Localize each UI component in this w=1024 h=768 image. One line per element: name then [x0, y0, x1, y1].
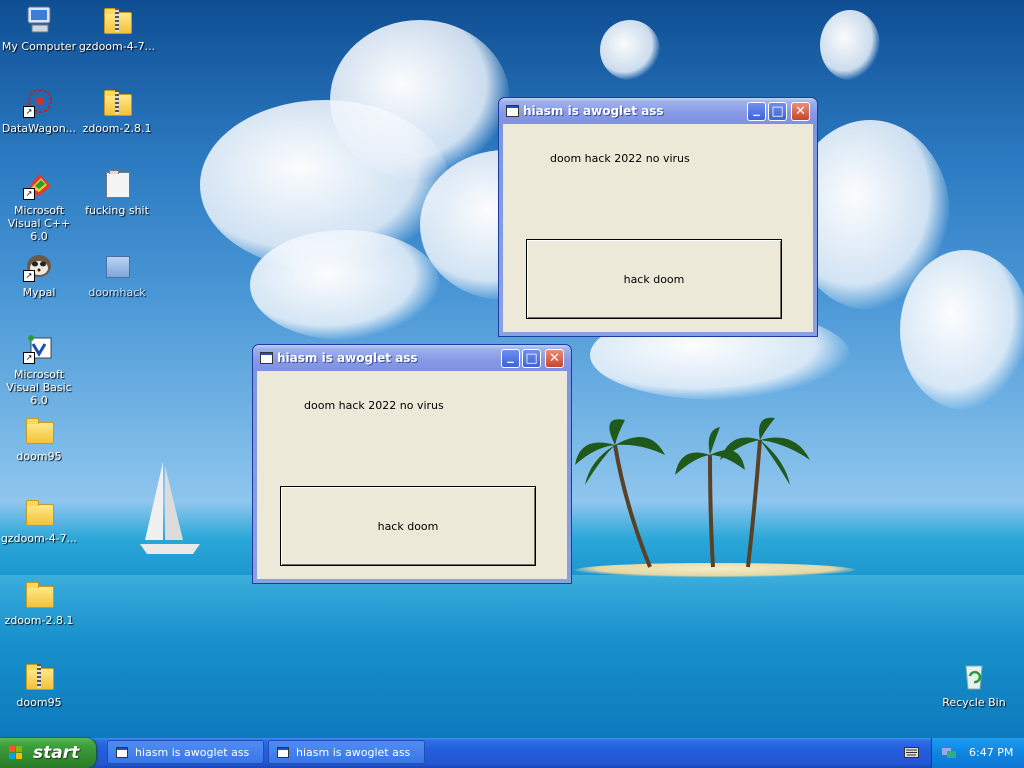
visual-basic-icon[interactable]: ↗ Microsoft Visual Basic 6.0	[0, 332, 79, 407]
clock[interactable]: 6:47 PM	[969, 746, 1013, 759]
visual-cpp-icon[interactable]: ↗ Microsoft Visual C++ 6.0	[0, 168, 79, 243]
maximize-icon: □	[525, 351, 538, 366]
recycle-bin-icon[interactable]: Recycle Bin	[934, 660, 1014, 709]
icon-label: doomhack	[88, 286, 146, 299]
app-window[interactable]: hiasm is awoglet ass _ □ ✕ doom hack 202…	[498, 97, 818, 337]
network-tray-icon[interactable]	[942, 746, 956, 759]
icon-label: gzdoom-4-7...	[78, 40, 156, 53]
folder-icon	[101, 250, 133, 282]
doom95-folder-icon[interactable]: doom95	[0, 414, 79, 463]
close-icon: ✕	[549, 351, 560, 366]
minimize-button[interactable]: _	[747, 102, 766, 121]
window-titlebar[interactable]: hiasm is awoglet ass _ □ ✕	[253, 345, 571, 371]
taskbar-window-button[interactable]: hiasm is awoglet ass	[107, 740, 264, 764]
start-button[interactable]: start	[0, 738, 96, 768]
app-window[interactable]: hiasm is awoglet ass _ □ ✕ doom hack 202…	[252, 344, 572, 584]
fucking-shit-folder-icon[interactable]: fucking shit	[77, 168, 157, 217]
minimize-button[interactable]: _	[501, 349, 520, 368]
folder-icon	[23, 414, 55, 446]
window-title: hiasm is awoglet ass	[277, 351, 418, 365]
window-label: doom hack 2022 no virus	[550, 152, 690, 165]
icon-label: Microsoft Visual Basic 6.0	[6, 368, 72, 407]
window-title: hiasm is awoglet ass	[523, 104, 664, 118]
palm-trees-image	[575, 417, 810, 568]
sailboat-image	[140, 462, 200, 554]
window-app-icon	[277, 747, 289, 758]
system-tray: 6:47 PM	[931, 738, 1024, 768]
icon-label: zdoom-2.8.1	[4, 614, 74, 627]
blank-folder-icon	[101, 168, 133, 200]
close-button[interactable]: ✕	[545, 349, 564, 368]
zip-folder-icon	[101, 4, 133, 36]
sea	[0, 575, 1024, 738]
icon-label: Mypal	[22, 286, 56, 299]
close-button[interactable]: ✕	[791, 102, 810, 121]
zdoom-zip-icon[interactable]: zdoom-2.8.1	[77, 86, 157, 135]
gzdoom-folder-icon[interactable]: gzdoom-4-7...	[0, 496, 79, 545]
zdoom-folder-icon[interactable]: zdoom-2.8.1	[0, 578, 79, 627]
icon-label: doom95	[16, 696, 62, 709]
icon-label: gzdoom-4-7...	[0, 532, 78, 545]
my-computer-icon[interactable]: My Computer	[0, 4, 79, 53]
folder-icon	[23, 578, 55, 610]
close-icon: ✕	[795, 104, 806, 119]
window-app-icon	[116, 747, 128, 758]
folder-icon	[23, 496, 55, 528]
taskbar-button-label: hiasm is awoglet ass	[135, 746, 250, 759]
maximize-button[interactable]: □	[522, 349, 541, 368]
keyboard-icon[interactable]	[904, 747, 919, 758]
window-app-icon	[506, 105, 519, 117]
taskbar-window-button[interactable]: hiasm is awoglet ass	[268, 740, 425, 764]
raccoon-icon: ↗	[23, 250, 55, 282]
icon-label: doom95	[16, 450, 62, 463]
taskbar: start hiasm is awoglet ass hiasm is awog…	[0, 738, 1024, 768]
datawagon-app-icon: ↗	[23, 86, 55, 118]
taskbar-button-label: hiasm is awoglet ass	[296, 746, 411, 759]
zip-folder-icon	[101, 86, 133, 118]
maximize-button[interactable]: □	[768, 102, 787, 121]
window-label: doom hack 2022 no virus	[304, 399, 444, 412]
minimize-icon: _	[507, 349, 514, 364]
hack-doom-button[interactable]: hack doom	[526, 239, 782, 319]
windows-logo-icon	[9, 746, 23, 760]
zip-folder-icon	[23, 660, 55, 692]
icon-label: My Computer	[1, 40, 77, 53]
window-client-area: doom hack 2022 no virus hack doom	[257, 371, 567, 579]
icon-label: DataWagon...	[1, 122, 77, 135]
minimize-icon: _	[753, 102, 760, 117]
window-titlebar[interactable]: hiasm is awoglet ass _ □ ✕	[499, 98, 817, 124]
cloud-decoration	[820, 10, 880, 80]
computer-icon	[23, 4, 55, 36]
mypal-icon[interactable]: ↗ Mypal	[0, 250, 79, 299]
window-client-area: doom hack 2022 no virus hack doom	[503, 124, 813, 332]
hack-doom-button[interactable]: hack doom	[280, 486, 536, 566]
visual-cpp-app-icon: ↗	[23, 168, 55, 200]
cloud-decoration	[250, 230, 440, 340]
doomhack-folder-icon[interactable]: doomhack	[77, 250, 157, 299]
recycle-bin-glyph-icon	[958, 660, 990, 692]
start-label: start	[33, 743, 80, 763]
doom95-zip-icon[interactable]: doom95	[0, 660, 79, 709]
cloud-decoration	[600, 20, 660, 80]
cloud-decoration	[900, 250, 1024, 410]
gzdoom-zip-icon[interactable]: gzdoom-4-7...	[77, 4, 157, 53]
icon-label: Recycle Bin	[942, 696, 1006, 709]
icon-label: fucking shit	[85, 204, 149, 217]
window-app-icon	[260, 352, 273, 364]
icon-label: zdoom-2.8.1	[82, 122, 152, 135]
icon-label: Microsoft Visual C++ 6.0	[7, 204, 71, 243]
visual-basic-app-icon: ↗	[23, 332, 55, 364]
maximize-icon: □	[771, 104, 784, 119]
datawagon-icon[interactable]: ↗ DataWagon...	[0, 86, 79, 135]
